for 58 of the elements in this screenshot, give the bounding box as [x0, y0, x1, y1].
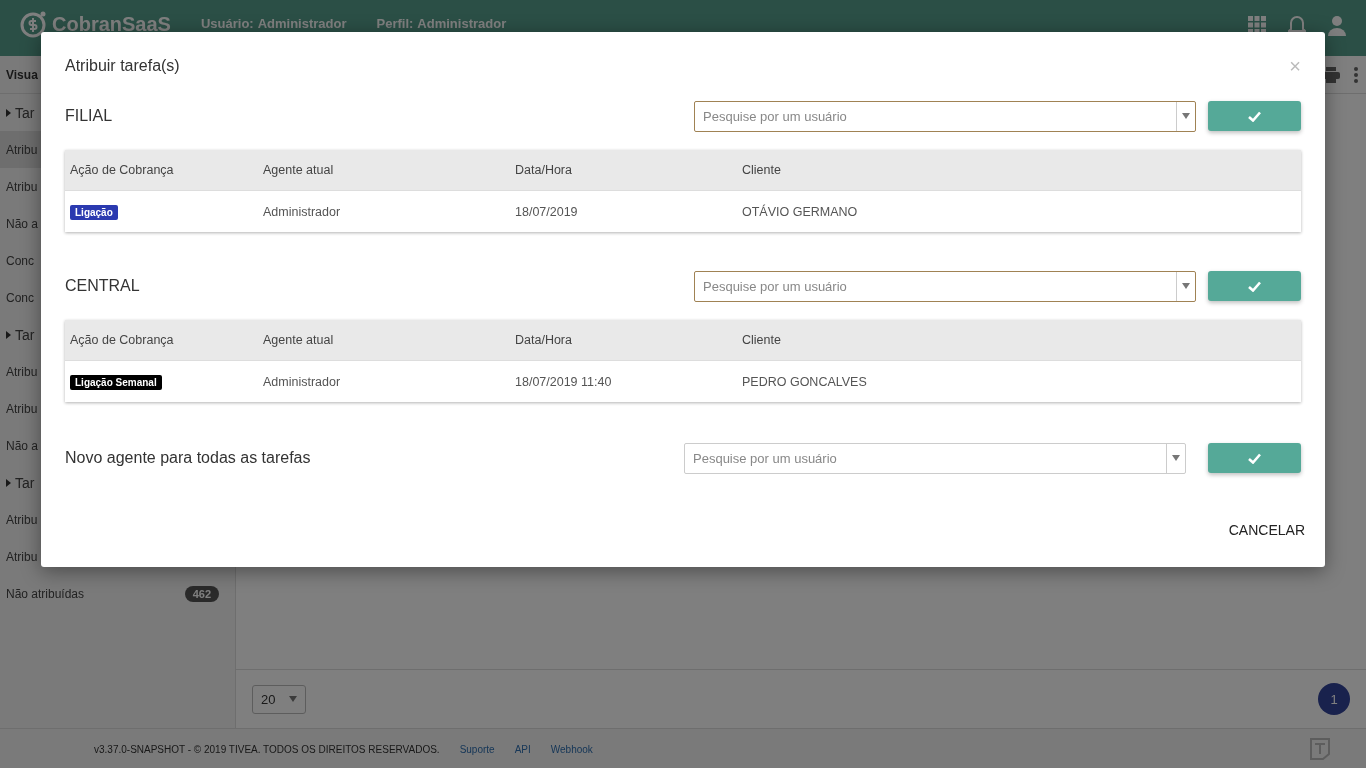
triangle-right-icon — [6, 478, 11, 487]
checkmark-icon — [1248, 280, 1261, 292]
sidebar-item[interactable]: Não atribuídas 462 — [0, 575, 235, 612]
page-size-select[interactable]: 20 — [252, 684, 307, 714]
table-cell: Administrador — [258, 190, 510, 232]
footer-link[interactable]: Webhook — [550, 743, 593, 755]
sidebar-group[interactable]: Tar — [15, 474, 35, 491]
caret-icon — [1172, 455, 1180, 461]
section-heading: FILIAL — [65, 107, 114, 125]
table-cell: OTÁVIO GERMANO — [737, 190, 1301, 232]
count-badge: 462 — [184, 585, 219, 602]
section-heading: CENTRAL — [65, 277, 141, 295]
action-tag: Ligação Semanal — [70, 374, 162, 390]
footer-link[interactable]: Suporte — [459, 743, 495, 755]
sidebar-item-label: Atribu — [6, 549, 38, 564]
column-header: Cliente — [737, 150, 1301, 191]
column-header: Data/Hora — [510, 150, 737, 191]
column-header: Cliente — [737, 320, 1301, 361]
profile-info: Perfil: Administrador — [376, 16, 507, 31]
checkmark-icon — [1248, 452, 1261, 464]
caret-icon — [289, 696, 298, 702]
table-cell: 18/07/2019 11:40 — [510, 360, 737, 402]
triangle-right-icon — [6, 108, 11, 117]
dialog-title: Atribuir tarefa(s) — [65, 57, 180, 75]
sidebar-group[interactable]: Tar — [15, 104, 35, 121]
footer-link[interactable]: API — [514, 743, 531, 755]
column-header: Ação de Cobrança — [65, 150, 258, 191]
more-options-icon[interactable] — [1354, 66, 1358, 83]
checkmark-icon — [1248, 110, 1261, 122]
sidebar-item-label: Atribu — [6, 142, 38, 157]
user-icon[interactable] — [1328, 16, 1346, 36]
user-search-field[interactable]: Pesquise por um usuário — [684, 442, 1186, 474]
sidebar-item-label: Atribu — [6, 512, 38, 527]
table-cell: 18/07/2019 — [510, 190, 737, 232]
copyright-text: v3.37.0-SNAPSHOT - © 2019 TIVEA. TODOS OS DIREITOS RESERVADOS. — [94, 743, 440, 755]
caret-icon — [1182, 113, 1190, 119]
column-header: Agente atual — [258, 320, 510, 361]
column-header: Ação de Cobrança — [65, 320, 258, 361]
app-logo: CobranSaaS — [20, 10, 171, 38]
sidebar-item-label: Atribu — [6, 401, 38, 416]
cancel-button[interactable]: CANCELAR — [1224, 514, 1309, 546]
table-cell: PEDRO GONCALVES — [737, 360, 1301, 402]
column-header: Agente atual — [258, 150, 510, 191]
user-search-field[interactable]: Pesquise por um usuário — [694, 270, 1196, 302]
brand-logo-icon — [1310, 738, 1330, 760]
column-header: Data/Hora — [510, 320, 737, 361]
action-tag: Ligação — [70, 204, 118, 220]
sidebar-item-label: Conc — [6, 253, 34, 268]
sidebar-group[interactable]: Tar — [15, 326, 35, 343]
caret-icon — [1182, 283, 1190, 289]
user-search-field[interactable]: Pesquise por um usuário — [694, 100, 1196, 132]
page-button[interactable]: 1 — [1318, 683, 1350, 715]
all-tasks-label: Novo agente para todas as tarefas — [65, 449, 312, 467]
triangle-right-icon — [6, 330, 11, 339]
sidebar-item-label: Não atribuídas — [6, 586, 85, 601]
user-info: Usuário: Administrador — [200, 16, 347, 31]
close-button[interactable]: × — [1289, 54, 1301, 78]
table-cell: Administrador — [258, 360, 510, 402]
